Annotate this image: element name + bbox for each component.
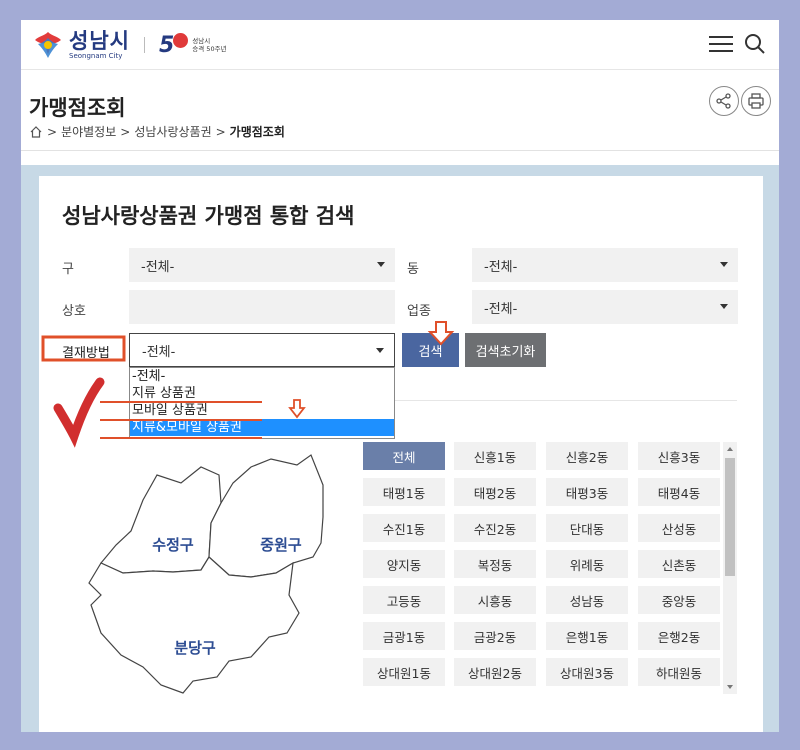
dong-button[interactable]: 전체 — [363, 442, 445, 470]
bundang-gu-region[interactable] — [88, 556, 300, 694]
reset-search-button[interactable]: 검색초기화 — [465, 333, 546, 367]
chevron-down-icon — [720, 304, 728, 309]
dong-button[interactable]: 태평2동 — [454, 478, 536, 506]
search-section-title: 성남사랑상품권 가맹점 통합 검색 — [62, 204, 355, 228]
dong-button[interactable]: 상대원3동 — [546, 658, 628, 686]
dong-button[interactable]: 양지동 — [363, 550, 445, 578]
dong-button[interactable]: 수진2동 — [454, 514, 536, 542]
breadcrumb-item-voucher[interactable]: 성남사랑상품권 — [134, 123, 211, 140]
name-label: 상호 — [62, 304, 86, 319]
site-logo[interactable]: 성남시 Seongnam City 5 성남시 승격 50주년 — [33, 27, 227, 63]
dong-button[interactable]: 신흥2동 — [546, 442, 628, 470]
breadcrumb-separator: > — [215, 124, 226, 139]
dong-grid-scrollbar[interactable] — [723, 442, 737, 694]
payment-method-select[interactable]: -전체- — [129, 333, 395, 367]
dong-button[interactable]: 수진1동 — [363, 514, 445, 542]
dong-button[interactable]: 은행2동 — [638, 622, 720, 650]
anniversary-number: 5 — [158, 33, 175, 58]
section-divider — [371, 400, 737, 401]
printer-icon — [748, 93, 764, 109]
payment-method-dropdown-list: -전체- 지류 상품권 모바일 상품권 지류&모바일 상품권 — [129, 367, 395, 439]
dong-button[interactable]: 금광1동 — [363, 622, 445, 650]
dong-button[interactable]: 위례동 — [546, 550, 628, 578]
region-label-sujeong: 수정구 — [152, 536, 194, 554]
logo-korean-name: 성남시 — [69, 28, 130, 53]
anniversary-circle-icon — [173, 33, 189, 48]
home-icon[interactable] — [29, 125, 43, 139]
payment-option[interactable]: 모바일 상품권 — [130, 402, 394, 419]
business-type-label: 업종 — [407, 304, 431, 319]
dong-button[interactable]: 중앙동 — [638, 586, 720, 614]
page-title: 가맹점조회 — [29, 96, 126, 120]
breadcrumb: > 분야별정보 > 성남사랑상품권 > 가맹점조회 — [29, 123, 285, 140]
dong-button[interactable]: 태평1동 — [363, 478, 445, 506]
sujeong-gu-region[interactable] — [100, 466, 222, 574]
breadcrumb-item-current: 가맹점조회 — [229, 125, 285, 139]
anniversary-line2: 승격 50주년 — [192, 45, 227, 53]
dong-button[interactable]: 상대원1동 — [363, 658, 445, 686]
gu-label: 구 — [62, 262, 74, 277]
dong-button[interactable]: 신흥1동 — [454, 442, 536, 470]
gu-select-value: -전체- — [141, 259, 175, 275]
dong-button[interactable]: 금광2동 — [454, 622, 536, 650]
scroll-down-icon[interactable] — [727, 685, 733, 689]
breadcrumb-separator: > — [120, 124, 131, 139]
business-type-value: -전체- — [484, 301, 518, 317]
share-icon — [716, 93, 731, 109]
share-button[interactable] — [709, 86, 739, 116]
scrollbar-thumb[interactable] — [725, 458, 735, 576]
dong-button[interactable]: 신흥3동 — [638, 442, 720, 470]
title-divider — [21, 150, 779, 151]
region-label-jungwon: 중원구 — [260, 536, 302, 554]
logo-separator — [143, 37, 145, 53]
search-icon[interactable] — [743, 32, 767, 56]
dong-button[interactable]: 고등동 — [363, 586, 445, 614]
breadcrumb-item-category[interactable]: 분야별정보 — [61, 123, 116, 140]
chevron-down-icon — [377, 262, 385, 267]
payment-option[interactable]: 지류&모바일 상품권 — [130, 419, 394, 436]
dong-label: 동 — [407, 262, 419, 277]
dong-button[interactable]: 신촌동 — [638, 550, 720, 578]
logo-english-name: Seongnam City — [69, 51, 123, 60]
chevron-down-icon — [376, 348, 384, 353]
dong-button[interactable]: 단대동 — [546, 514, 628, 542]
dong-button-grid: 전체 신흥1동 신흥2동 신흥3동태평1동 태평2동 태평3동 태평4동수진1동 수진2동 단대… — [363, 442, 727, 692]
dong-button[interactable]: 시흥동 — [454, 586, 536, 614]
dong-button[interactable]: 하대원동 — [638, 658, 720, 686]
seongnam-emblem-icon — [33, 30, 63, 60]
hamburger-menu-icon[interactable] — [709, 32, 733, 56]
store-name-input[interactable] — [129, 290, 395, 324]
seongnam-district-map: 수정구 중원구 분당구 — [88, 454, 324, 694]
search-button[interactable]: 검색 — [402, 333, 459, 367]
site-header: 성남시 Seongnam City 5 성남시 승격 50주년 — [21, 20, 779, 70]
payment-method-value: -전체- — [142, 344, 176, 360]
dong-button[interactable]: 태평3동 — [546, 478, 628, 506]
browser-page: 성남시 Seongnam City 5 성남시 승격 50주년 가맹점조회 > … — [21, 20, 779, 732]
gu-select[interactable]: -전체- — [129, 248, 395, 282]
dong-button[interactable]: 상대원2동 — [454, 658, 536, 686]
dong-select[interactable]: -전체- — [472, 248, 738, 282]
print-button[interactable] — [741, 86, 771, 116]
dong-button[interactable]: 은행1동 — [546, 622, 628, 650]
scroll-up-icon[interactable] — [727, 447, 733, 451]
payment-option[interactable]: -전체- — [130, 368, 394, 385]
dong-button[interactable]: 복정동 — [454, 550, 536, 578]
breadcrumb-separator: > — [47, 124, 58, 139]
jungwon-gu-region[interactable] — [208, 454, 324, 578]
dong-button[interactable]: 산성동 — [638, 514, 720, 542]
anniversary-line1: 성남시 — [192, 37, 211, 45]
dong-select-value: -전체- — [484, 259, 518, 275]
payment-option[interactable]: 지류 상품권 — [130, 385, 394, 402]
payment-method-label: 결재방법 — [62, 346, 110, 361]
dong-button[interactable]: 태평4동 — [638, 478, 720, 506]
anniversary-emblem: 5 — [158, 33, 189, 58]
dong-button[interactable]: 성남동 — [546, 586, 628, 614]
chevron-down-icon — [720, 262, 728, 267]
region-label-bundang: 분당구 — [174, 639, 216, 657]
business-type-select[interactable]: -전체- — [472, 290, 738, 324]
